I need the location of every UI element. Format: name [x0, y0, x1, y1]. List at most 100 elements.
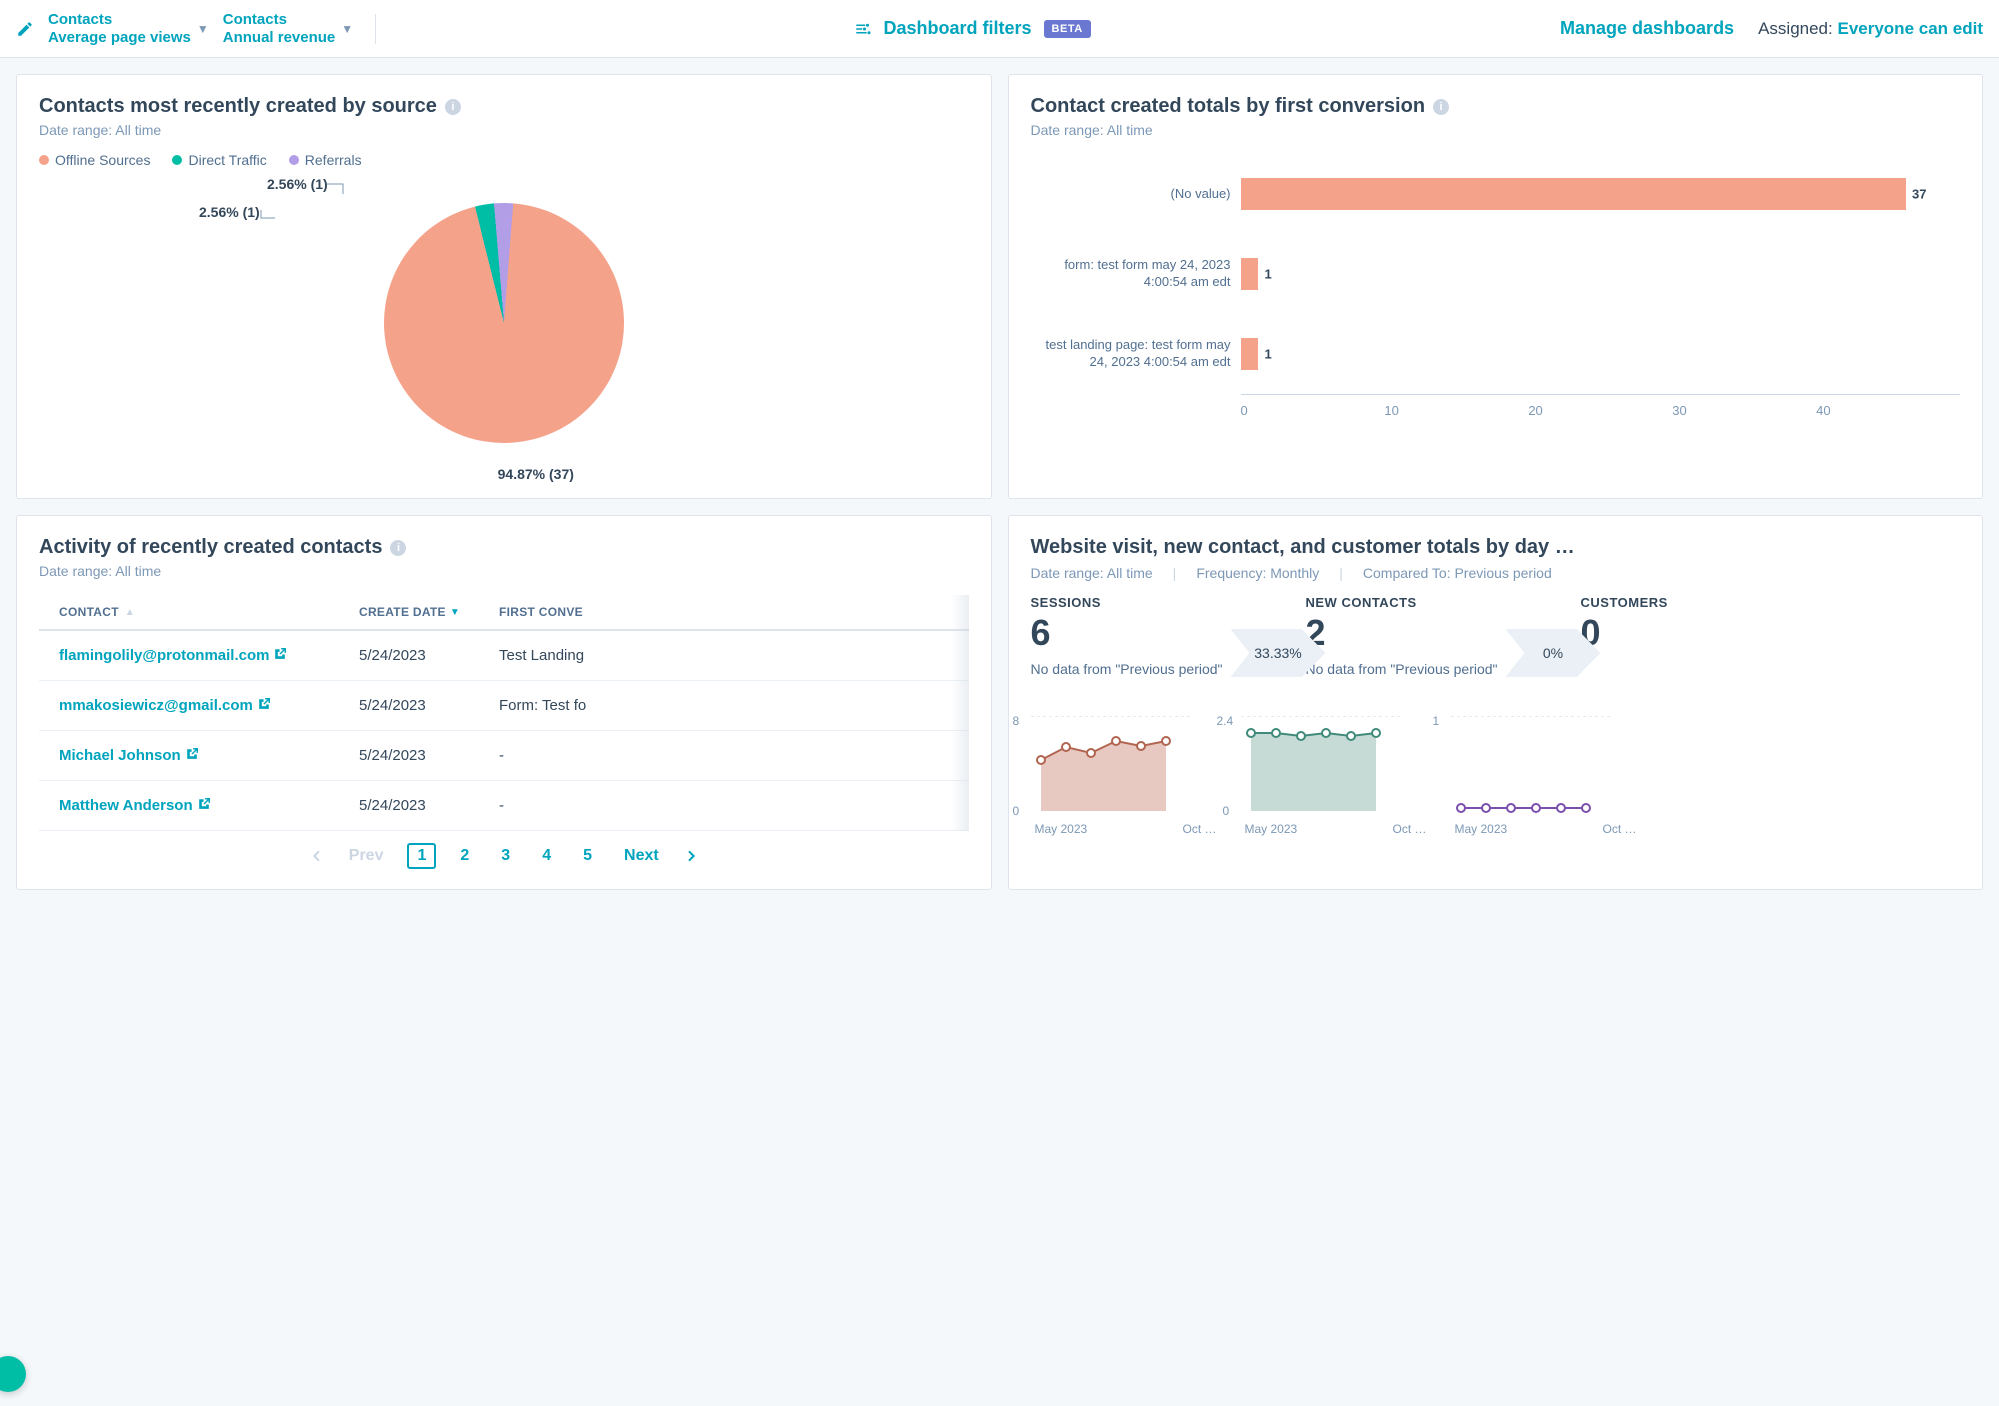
info-icon[interactable]: i: [445, 99, 461, 115]
legend-label: Referrals: [305, 152, 362, 168]
topbar-right: Manage dashboards Assigned: Everyone can…: [1560, 18, 1983, 39]
sparkline: [1241, 716, 1401, 816]
sliders-icon[interactable]: [854, 20, 872, 38]
next-button[interactable]: Next: [616, 843, 667, 869]
cell-conversion: Test Landing: [499, 647, 969, 664]
meta-compare: Compared To: Previous period: [1363, 565, 1552, 581]
hbar-value: 1: [1264, 347, 1271, 362]
page-number[interactable]: 1: [407, 843, 436, 869]
mc-xtick: May 2023: [1455, 822, 1508, 836]
hbar-category: (No value): [1031, 186, 1231, 203]
hbar-category: test landing page: test form may 24, 202…: [1031, 337, 1231, 371]
hbar-bar[interactable]: [1241, 338, 1259, 370]
chevron-right-icon[interactable]: [683, 848, 699, 864]
help-bubble[interactable]: [0, 1356, 26, 1392]
legend: Offline Sources Direct Traffic Referrals: [39, 152, 969, 168]
axis-tick: 10: [1384, 403, 1528, 418]
funnel-value: 2: [1306, 612, 1506, 654]
card-title: Activity of recently created contacts i: [39, 536, 969, 559]
page-number[interactable]: 2: [452, 843, 477, 869]
date-range-label: Date range: All time: [1031, 122, 1961, 138]
meta-frequency: Frequency: Monthly: [1196, 565, 1319, 581]
table-wrap: CONTACT▲ CREATE DATE▼ FIRST CONVE flamin…: [39, 595, 969, 831]
legend-label: Direct Traffic: [188, 152, 266, 168]
hbar-value: 1: [1264, 267, 1271, 282]
pie-leader-lines: [269, 186, 349, 236]
prev-button[interactable]: Prev: [341, 843, 392, 869]
contact-link[interactable]: Michael Johnson: [59, 747, 199, 764]
funnel-sessions: SESSIONS 6 No data from "Previous period…: [1031, 595, 1231, 680]
funnel-new-contacts: NEW CONTACTS 2 No data from "Previous pe…: [1306, 595, 1506, 680]
card-title: Contact created totals by first conversi…: [1031, 95, 1961, 118]
table-header: CONTACT▲ CREATE DATE▼ FIRST CONVE: [39, 595, 969, 631]
contact-link[interactable]: mmakosiewicz@gmail.com: [59, 697, 271, 714]
pie-label-slice: 2.56% (1): [199, 204, 260, 220]
dashboard-filters-link[interactable]: Dashboard filters: [884, 18, 1032, 39]
mc-ytick: 1: [1433, 714, 1440, 728]
filter1-line2: Average page views: [48, 29, 191, 47]
legend-item[interactable]: Offline Sources: [39, 152, 150, 168]
assigned-label: Assigned: Everyone can edit: [1758, 19, 1983, 39]
card-first-conversion: Contact created totals by first conversi…: [1008, 74, 1984, 499]
filter-dropdown-annual-revenue[interactable]: Contacts Annual revenue ▼: [223, 11, 353, 47]
legend-label: Offline Sources: [55, 152, 150, 168]
page-number[interactable]: 5: [575, 843, 600, 869]
sparkline: [1451, 716, 1611, 816]
sort-icon: ▲: [125, 607, 135, 618]
manage-dashboards-link[interactable]: Manage dashboards: [1560, 18, 1734, 39]
card-title-text: Activity of recently created contacts: [39, 536, 382, 559]
hbar-track: 37: [1241, 178, 1961, 210]
filter2-line2: Annual revenue: [223, 29, 336, 47]
table-row: mmakosiewicz@gmail.com 5/24/2023 Form: T…: [39, 681, 969, 731]
external-link-icon: [197, 797, 211, 811]
funnel-value: 6: [1031, 612, 1231, 654]
external-link-icon: [185, 747, 199, 761]
mini-chart-contacts: 2.4 0 May 2023Oct …: [1241, 716, 1431, 836]
sort-desc-icon: ▼: [450, 607, 460, 618]
contact-link[interactable]: Matthew Anderson: [59, 797, 211, 814]
legend-dot: [39, 155, 49, 165]
cell-date: 5/24/2023: [359, 747, 499, 764]
mc-xtick: Oct …: [1602, 822, 1636, 836]
funnel-label: SESSIONS: [1031, 595, 1231, 610]
funnel-label: NEW CONTACTS: [1306, 595, 1506, 610]
external-link-icon: [273, 647, 287, 661]
pagination: Prev 1 2 3 4 5 Next: [39, 843, 969, 869]
mini-chart-customers: 1 May 2023Oct …: [1451, 716, 1641, 836]
axis-tick: 0: [1241, 403, 1385, 418]
hbar-category: form: test form may 24, 2023 4:00:54 am …: [1031, 257, 1231, 291]
dashboard-grid: Contacts most recently created by source…: [0, 58, 1999, 906]
assigned-prefix: Assigned:: [1758, 19, 1833, 38]
card-title-text: Contacts most recently created by source: [39, 95, 437, 118]
info-icon[interactable]: i: [390, 540, 406, 556]
page-number[interactable]: 4: [534, 843, 559, 869]
assigned-value[interactable]: Everyone can edit: [1837, 19, 1983, 38]
hbar-bar[interactable]: [1241, 258, 1259, 290]
funnel-note: No data from "Previous period": [1031, 660, 1231, 680]
info-icon[interactable]: i: [1433, 99, 1449, 115]
topbar: Contacts Average page views ▼ Contacts A…: [0, 0, 1999, 58]
filter-dropdown-avg-page-views[interactable]: Contacts Average page views ▼: [48, 11, 209, 47]
column-header-contact[interactable]: CONTACT▲: [39, 605, 359, 619]
funnel-value: 0: [1581, 612, 1781, 654]
card-title-text: Contact created totals by first conversi…: [1031, 95, 1426, 118]
legend-item[interactable]: Referrals: [289, 152, 362, 168]
date-range-label: Date range: All time: [39, 122, 969, 138]
card-title-text: Website visit, new contact, and customer…: [1031, 536, 1575, 559]
column-header-first-conversion[interactable]: FIRST CONVE: [499, 605, 969, 619]
card-title: Contacts most recently created by source…: [39, 95, 969, 118]
chevron-left-icon[interactable]: [309, 848, 325, 864]
legend-item[interactable]: Direct Traffic: [172, 152, 266, 168]
topbar-left: Contacts Average page views ▼ Contacts A…: [16, 11, 384, 47]
contact-link[interactable]: flamingolily@protonmail.com: [59, 647, 287, 664]
pencil-icon[interactable]: [16, 20, 34, 38]
funnel-percent: 0%: [1543, 645, 1563, 661]
pie-label-main: 94.87% (37): [498, 466, 574, 482]
hbar-track: 1: [1241, 258, 1961, 290]
mc-xtick: May 2023: [1245, 822, 1298, 836]
mc-ytick: 8: [1013, 714, 1020, 728]
page-number[interactable]: 3: [493, 843, 518, 869]
topbar-center: Dashboard filters BETA: [404, 18, 1540, 39]
hbar-bar[interactable]: [1241, 178, 1907, 210]
column-header-create-date[interactable]: CREATE DATE▼: [359, 605, 499, 619]
